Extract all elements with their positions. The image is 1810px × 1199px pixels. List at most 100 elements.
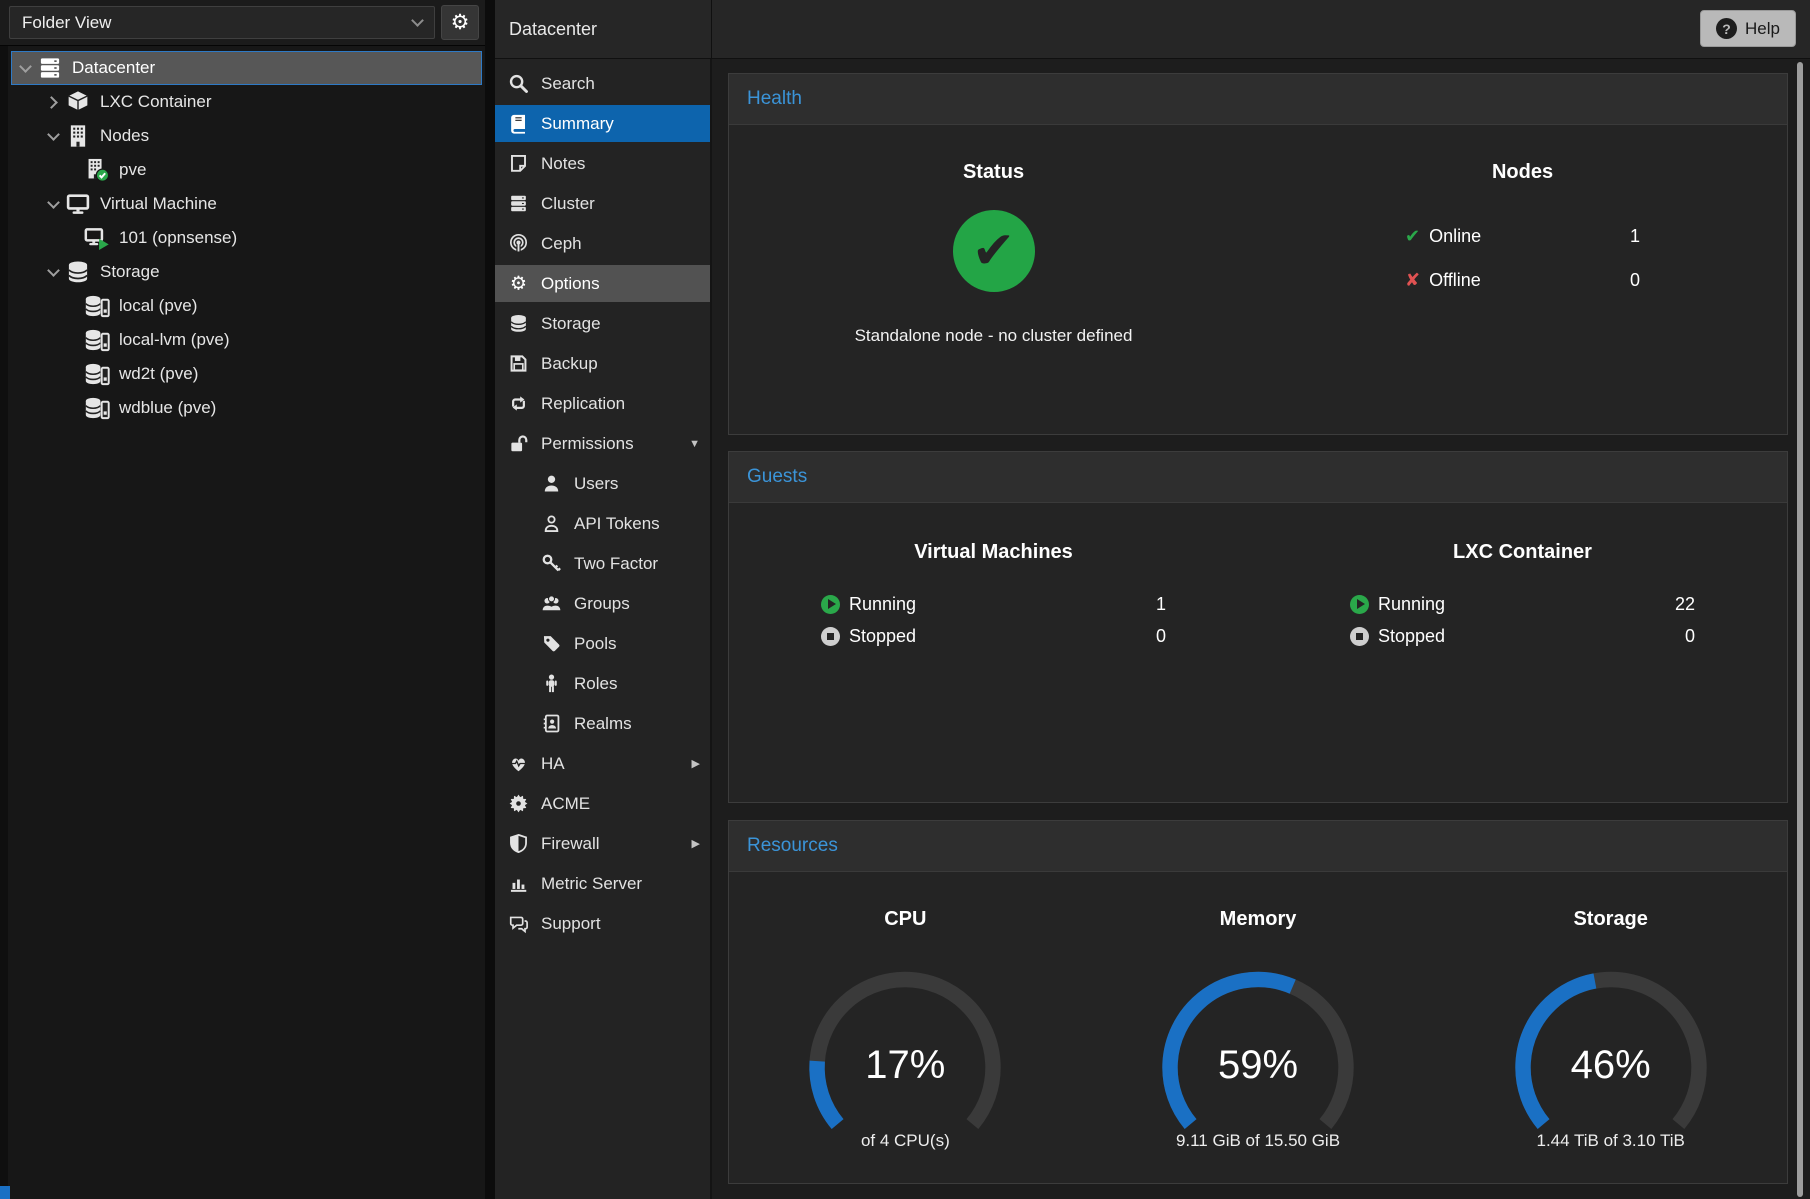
expander-open-icon[interactable] [19,60,32,73]
shield-icon [507,833,530,854]
menu-item-firewall[interactable]: Firewall▶ [495,825,710,862]
tree-item-label: local-lvm (pve) [119,330,230,350]
tree-item-label: local (pve) [119,296,197,316]
menu-item-label: Users [574,474,618,494]
tree-item-label: pve [119,160,146,180]
tree-item-pve[interactable]: pve [0,153,485,187]
address-book-icon [540,713,563,734]
guest-status-label: Stopped [1378,626,1445,647]
menu-item-label: Summary [541,114,614,134]
guest-status-row[interactable]: Running1 [821,588,1166,620]
node-status-value: 1 [1630,226,1640,247]
menu-item-label: Backup [541,354,598,374]
menu-item-metric-server[interactable]: Metric Server [495,865,710,902]
check-icon: ✔ [1405,226,1420,247]
tree-item-local-lvm-pve[interactable]: local-lvm (pve) [0,323,485,357]
tree-item-lxc-container[interactable]: LXC Container [0,85,485,119]
menu-item-ha[interactable]: HA▶ [495,745,710,782]
guest-status-label: Stopped [849,626,916,647]
menu-item-label: API Tokens [574,514,660,534]
menu-item-ceph[interactable]: Ceph [495,225,710,262]
cross-icon: ✘ [1405,270,1420,291]
menu-panel-title: Datacenter [495,0,712,59]
menu-item-cluster[interactable]: Cluster [495,185,710,222]
building-icon [65,123,91,149]
menu-item-options[interactable]: ⚙ Options [495,265,710,302]
resource-tree: Datacenter LXC Container Nodes pve Virtual M… [0,46,485,425]
menu-item-two-factor[interactable]: Two Factor [495,545,710,582]
gauge-arc: 59% [1148,963,1368,1155]
gauge-arc: 17% [795,963,1015,1155]
tree-item-label: LXC Container [100,92,212,112]
menu-item-realms[interactable]: Realms [495,705,710,742]
gear-icon: ⚙ [451,10,470,35]
menu-item-label: HA [541,754,565,774]
guest-group-header: Virtual Machines [729,541,1258,564]
summary-body: Health Status ✔ Standalone node - no clu… [712,60,1810,1199]
tree-item-wdblue-pve[interactable]: wdblue (pve) [0,391,485,425]
expander-open-icon[interactable] [47,196,60,209]
menu-item-label: Two Factor [574,554,658,574]
svg-text:⚙: ⚙ [510,273,527,294]
menu-item-replication[interactable]: Replication [495,385,710,422]
menu-item-acme[interactable]: ACME [495,785,710,822]
guest-group-virtual-machines: Virtual Machines Running1Stopped0 [729,503,1258,652]
database-drive-icon [84,361,110,387]
guest-status-row[interactable]: Stopped0 [1350,620,1695,652]
monitor-icon [65,191,91,217]
tree-settings-button[interactable]: ⚙ [441,5,479,40]
expander-closed-icon[interactable] [45,96,58,109]
tree-toolbar: Folder View ⚙ [0,0,485,46]
book-icon [507,113,530,134]
tree-item-label: 101 (opnsense) [119,228,237,248]
menu-item-users[interactable]: Users [495,465,710,502]
seal-icon [507,793,530,814]
menu-item-roles[interactable]: Roles [495,665,710,702]
tree-item-storage[interactable]: Storage [0,255,485,289]
guest-status-row[interactable]: Running22 [1350,588,1695,620]
tag-icon [540,633,563,654]
menu-item-groups[interactable]: Groups [495,585,710,622]
database-drive-icon [84,293,110,319]
tree-item-virtual-machine[interactable]: Virtual Machine [0,187,485,221]
guest-status-label: Running [849,594,916,615]
menu-item-label: Pools [574,634,617,654]
expander-open-icon[interactable] [47,128,60,141]
panel-splitter[interactable] [485,0,495,1199]
node-status-value: 0 [1630,270,1640,291]
stop-circle-icon [821,627,840,646]
menu-item-label: Realms [574,714,632,734]
ceph-icon [507,233,530,254]
tree-item-label: Nodes [100,126,149,146]
tree-item-datacenter[interactable]: Datacenter [11,51,482,85]
node-status-label: Online [1429,226,1481,247]
tree-item-local-pve[interactable]: local (pve) [0,289,485,323]
menu-item-permissions[interactable]: Permissions▼ [495,425,710,462]
guest-group-lxc-container: LXC ContainerRunning22Stopped0 [1258,503,1787,652]
expander-open-icon[interactable] [47,264,60,277]
menu-item-support[interactable]: Support [495,905,710,942]
check-circle-icon: ✔ [953,210,1035,292]
play-circle-icon [1350,595,1369,614]
chevron-down-icon [411,14,424,27]
guest-status-row[interactable]: Stopped0 [821,620,1166,652]
menu-item-pools[interactable]: Pools [495,625,710,662]
menu-item-search[interactable]: Search [495,65,710,102]
menu-item-backup[interactable]: Backup [495,345,710,382]
database-drive-icon [84,327,110,353]
view-selector-combo[interactable]: Folder View [9,6,435,39]
menu-item-storage[interactable]: Storage [495,305,710,342]
menu-item-notes[interactable]: Notes [495,145,710,182]
tree-item-wd2t-pve[interactable]: wd2t (pve) [0,357,485,391]
server-stack-icon [37,55,63,81]
menu-item-label: Options [541,274,600,294]
help-button[interactable]: ? Help [1700,10,1796,47]
tree-item-nodes[interactable]: Nodes [0,119,485,153]
menu-item-label: Metric Server [541,874,642,894]
vertical-scrollbar[interactable] [1797,62,1803,1197]
tree-item-101-opnsense[interactable]: 101 (opnsense) [0,221,485,255]
menu-item-summary[interactable]: Summary [495,105,710,142]
tree-item-label: Virtual Machine [100,194,217,214]
database-drive-icon [84,395,110,421]
menu-item-api-tokens[interactable]: API Tokens [495,505,710,542]
